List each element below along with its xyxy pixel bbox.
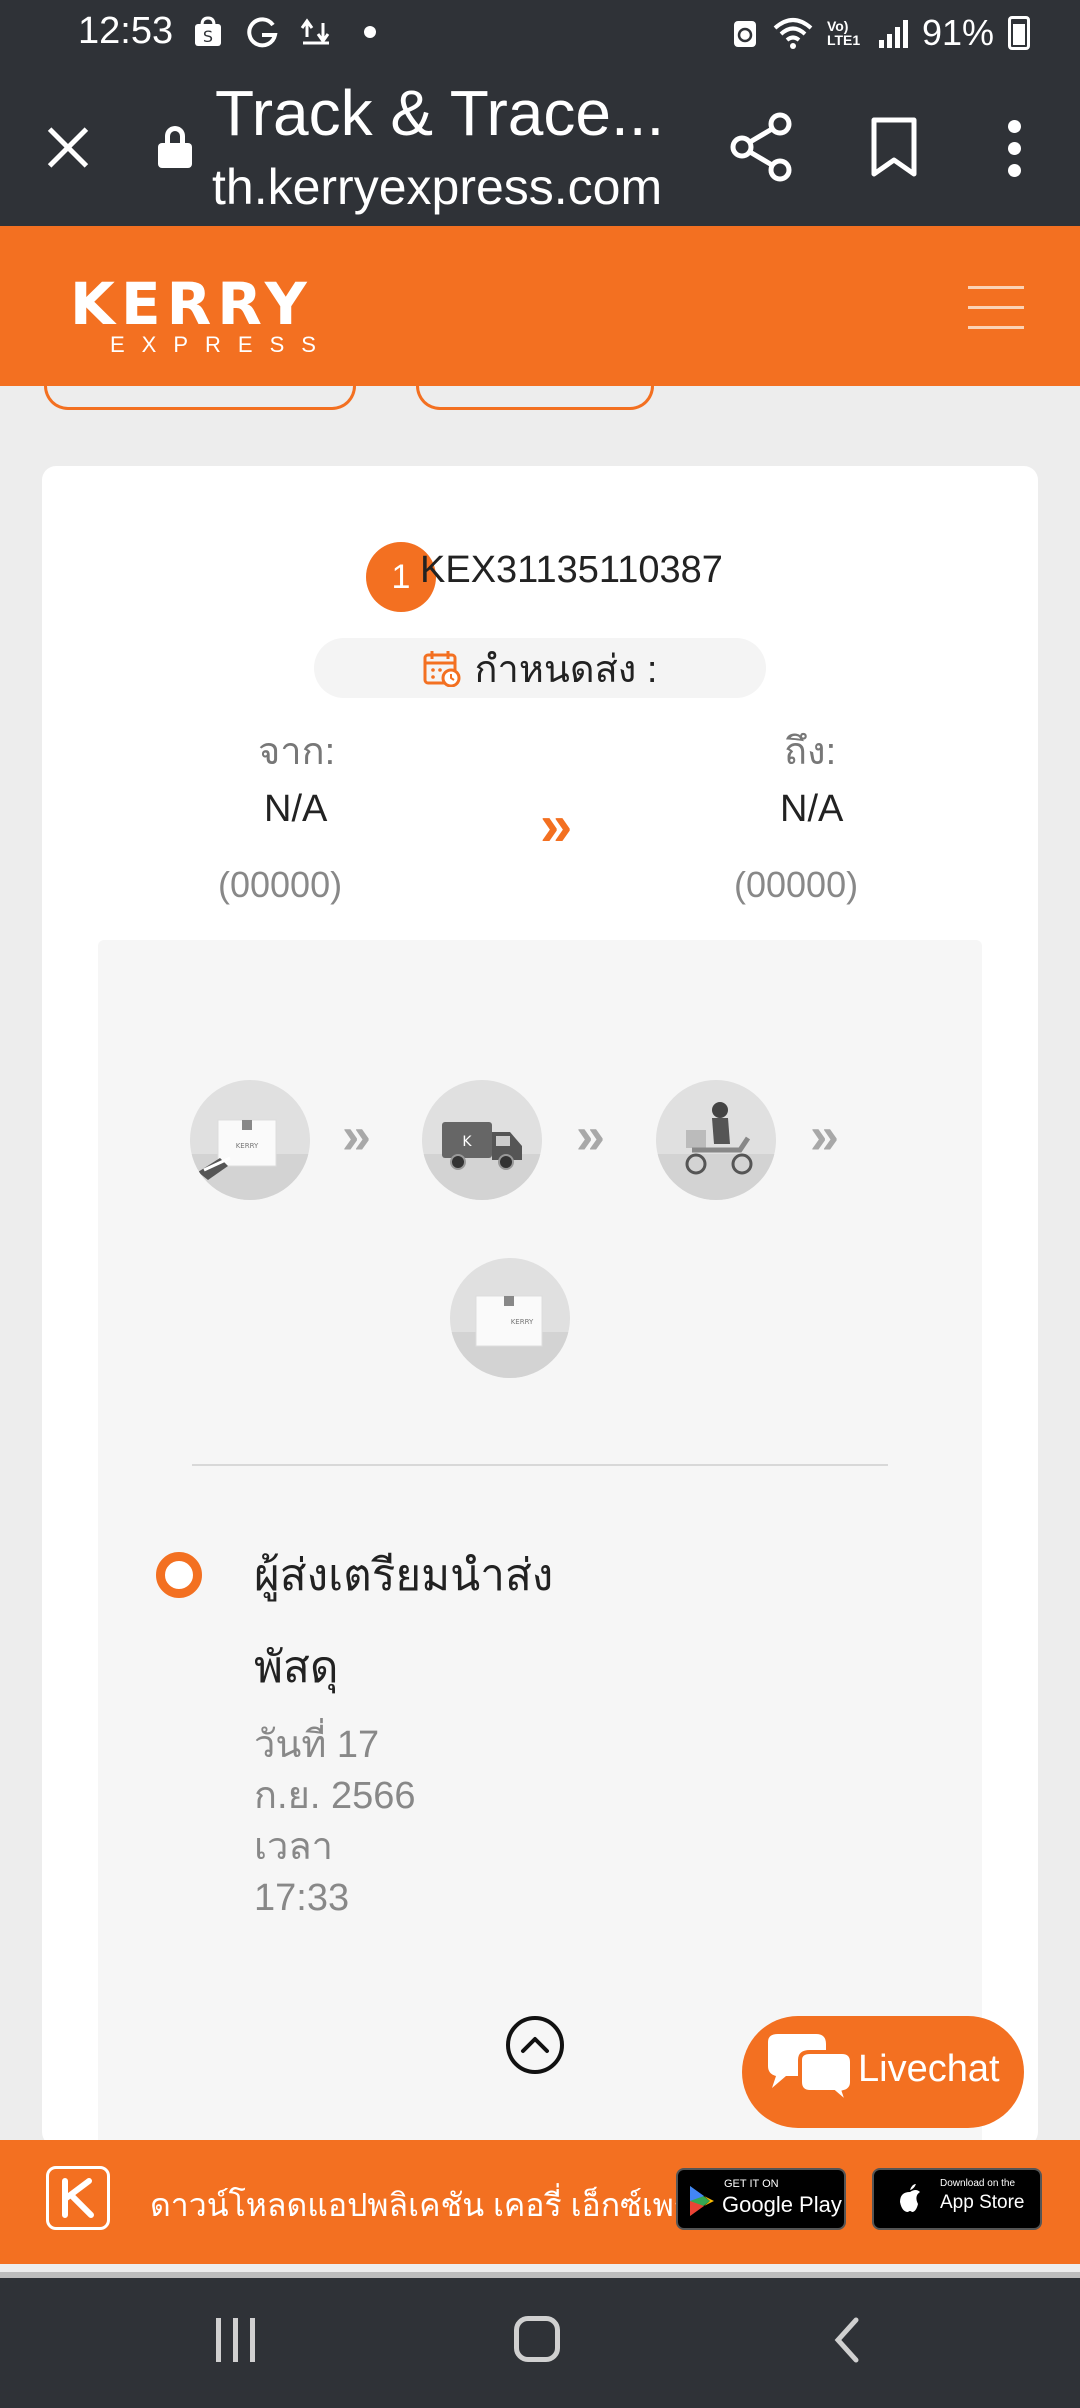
status-title-line2: พัสดุ xyxy=(254,1643,339,1692)
livechat-label: Livechat xyxy=(858,2048,1000,2090)
home-icon[interactable] xyxy=(514,2316,560,2362)
step-arrow-icon: » xyxy=(342,1107,371,1165)
transfer-icon xyxy=(298,14,334,50)
menu-icon[interactable] xyxy=(968,286,1024,330)
package-pickup-icon: KERRY xyxy=(190,1080,310,1200)
status-bar: 12:53 S Vo) LTE1 91% xyxy=(0,0,1080,68)
page-title[interactable]: Track & Trace... xyxy=(215,76,675,150)
google-play-button[interactable]: GET IT ON Google Play xyxy=(676,2168,846,2230)
browser-toolbar: Track & Trace... th.kerryexpress.com xyxy=(0,68,1080,226)
more-icon[interactable] xyxy=(998,116,1032,182)
notification-icons: S xyxy=(190,14,388,50)
recycle-battery-icon xyxy=(733,21,756,47)
shipment-card: 1 KEX31135110387 กำหนดส่ง : จาก: N/A (00… xyxy=(42,466,1038,2146)
tab-button-right[interactable] xyxy=(416,386,654,410)
status-time: 12:53 xyxy=(78,10,174,52)
from-value: N/A xyxy=(264,788,328,830)
svg-text:S: S xyxy=(203,27,213,46)
due-date-pill: กำหนดส่ง : xyxy=(314,638,766,698)
status-indicator-icon xyxy=(156,1552,202,1598)
chevron-up-icon[interactable] xyxy=(506,2016,564,2074)
shopee-icon: S xyxy=(190,14,226,50)
app-store-small: Download on the xyxy=(940,2178,1016,2189)
due-date-label: กำหนดส่ง : xyxy=(474,648,658,691)
download-app-banner: ดาวน์โหลดแอปพลิเคชัน เคอรี่ เอ็กซ์เพรส G… xyxy=(0,2140,1080,2264)
from-zip: (00000) xyxy=(218,864,343,905)
site-header: KERRY EXPRESS xyxy=(0,226,1080,386)
battery-percent: 91% xyxy=(921,12,994,53)
google-play-icon xyxy=(690,2186,714,2216)
download-app-text: ดาวน์โหลดแอปพลิเคชัน เคอรี่ เอ็กซ์เพรส xyxy=(150,2187,711,2223)
google-play-small: GET IT ON xyxy=(724,2178,779,2190)
status-title-line1: ผู้ส่งเตรียมนำส่ง xyxy=(254,1551,554,1600)
status-date: วันที่ 17 ก.ย. 2566 เวลา 17:33 xyxy=(254,1720,554,1924)
status-date-line2: ก.ย. 2566 xyxy=(254,1775,416,1817)
lock-icon[interactable] xyxy=(158,126,192,168)
page-url[interactable]: th.kerryexpress.com xyxy=(212,158,662,216)
status-date-line1: วันที่ 17 xyxy=(254,1724,380,1766)
back-icon[interactable] xyxy=(828,2316,868,2364)
to-zip: (00000) xyxy=(734,864,859,905)
calendar-icon xyxy=(423,651,461,687)
from-label: จาก: xyxy=(258,731,336,773)
tracking-timeline-panel: KERRY » K » » KERRY ผู้ส่งเตรียมนำส่ง พั… xyxy=(98,940,982,2146)
to-value: N/A xyxy=(780,788,844,830)
signal-icon xyxy=(878,18,908,48)
chat-bubbles-icon xyxy=(768,2034,854,2111)
dot-icon xyxy=(352,14,388,50)
system-navigation-bar xyxy=(0,2272,1080,2408)
svg-text:KERRY: KERRY xyxy=(511,1318,534,1326)
bookmark-icon[interactable] xyxy=(870,116,918,178)
truck-icon: K xyxy=(422,1080,542,1200)
tracking-number: KEX31135110387 xyxy=(420,549,723,591)
status-title: ผู้ส่งเตรียมนำส่ง พัสดุ xyxy=(254,1530,614,1714)
step-arrow-icon: » xyxy=(810,1107,839,1165)
wifi-icon xyxy=(773,18,813,49)
step-arrow-icon: » xyxy=(576,1107,605,1165)
status-right: Vo) LTE1 91% xyxy=(731,12,1030,54)
delivered-package-icon: KERRY xyxy=(450,1258,570,1378)
svg-text:K: K xyxy=(462,1134,472,1150)
livechat-button[interactable]: Livechat xyxy=(742,2016,1024,2128)
tab-button-left[interactable] xyxy=(44,386,356,410)
recent-apps-icon[interactable] xyxy=(212,2318,260,2362)
kerry-logo[interactable]: KERRY EXPRESS xyxy=(70,275,333,356)
timeline-divider xyxy=(192,1464,888,1466)
share-icon[interactable] xyxy=(730,112,794,182)
to-label: ถึง: xyxy=(784,731,837,773)
status-date-line4: 17:33 xyxy=(254,1877,350,1919)
scooter-courier-icon xyxy=(656,1080,776,1200)
google-play-label: Google Play xyxy=(722,2192,842,2217)
network-label: Vo) LTE1 xyxy=(826,18,861,48)
app-store-button[interactable]: Download on the App Store xyxy=(872,2168,1042,2230)
status-date-line3: เวลา xyxy=(254,1826,333,1868)
google-icon xyxy=(244,14,280,50)
kerry-app-icon[interactable] xyxy=(46,2166,110,2230)
direction-arrow-icon: » xyxy=(540,793,573,858)
apple-icon xyxy=(900,2184,920,2212)
app-store-label: App Store xyxy=(940,2192,1025,2213)
svg-text:KERRY: KERRY xyxy=(236,1142,259,1150)
close-icon[interactable] xyxy=(38,118,98,178)
battery-icon xyxy=(1008,16,1030,50)
